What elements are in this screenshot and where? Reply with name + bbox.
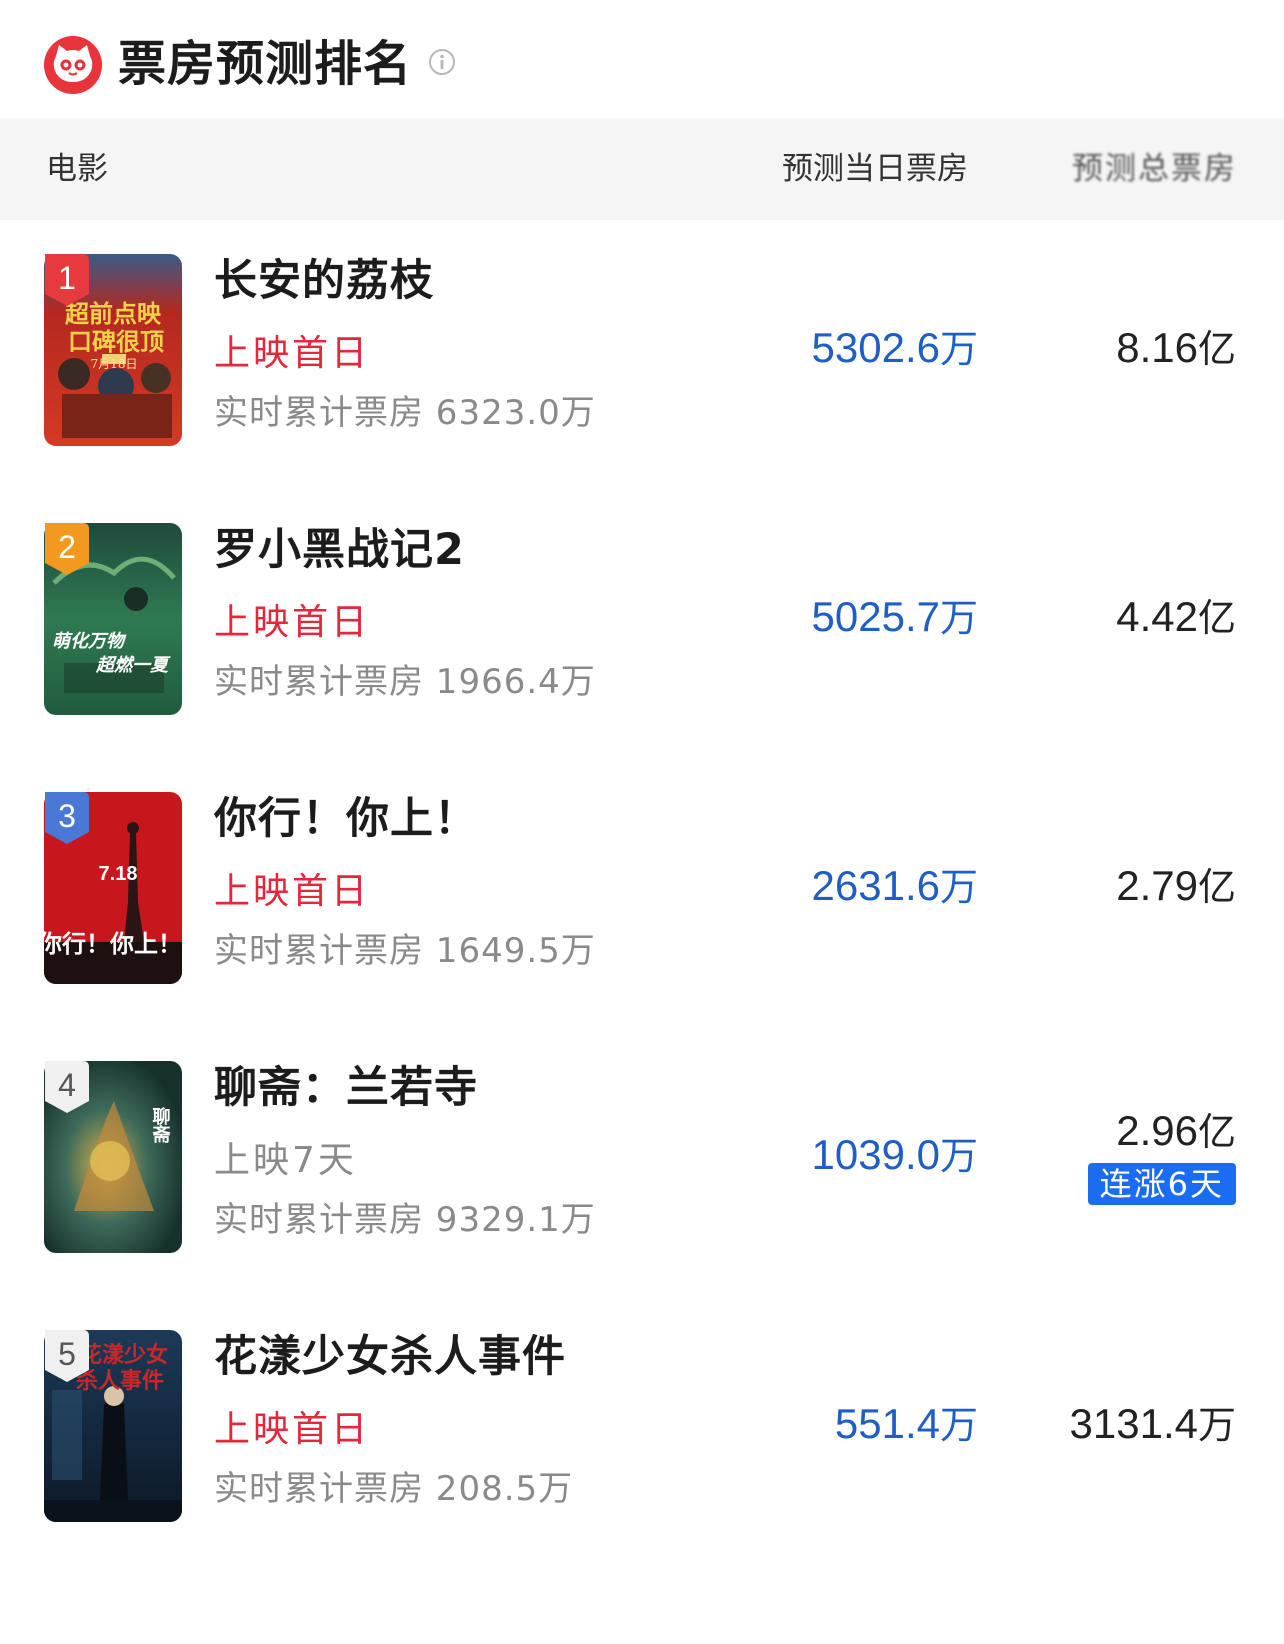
release-status: 上映首日 [214,333,371,374]
predicted-total-unit: 亿 [1197,327,1236,371]
predicted-total-box-office: 8.16亿 [1116,320,1236,377]
movie-title[interactable]: 花漾少女杀人事件 [214,1328,566,1386]
predicted-total-unit: 亿 [1197,596,1236,640]
poster-text: 超燃一夏 [95,655,171,676]
movie-title[interactable]: 聊斋：兰若寺 [214,1059,478,1117]
predicted-total-unit: 万 [1197,1403,1236,1447]
predicted-total-box-office: 3131.4万 [1070,1396,1236,1453]
predicted-day-value: 5025.7 [811,593,940,640]
predicted-total-value: 3131.4 [1069,1400,1198,1447]
release-status: 上映首日 [214,871,371,912]
movie-title[interactable]: 你行！你上！ [214,790,478,848]
page-title: 票房预测排名 [118,36,413,92]
table-header: 电影 预测当日票房 预测总票房 [0,118,1284,220]
predicted-total-box-office: 2.79亿 [1116,858,1236,915]
rank-number: 5 [58,1336,76,1372]
predicted-total-value: 2.79 [1116,862,1198,909]
cumulative-box-office: 实时累计票房 1649.5万 [214,931,596,971]
predicted-total-value: 2.96 [1116,1107,1198,1154]
poster-text: 7.18 [99,863,138,885]
poster-text: 杀人事件 [76,1368,164,1394]
predicted-day-value: 2631.6 [811,862,940,909]
predicted-day-unit: 万 [939,865,978,909]
poster-text: 口碑很顶 [68,327,164,356]
cumulative-box-office: 实时累计票房 9329.1万 [214,1200,596,1240]
predicted-day-value: 551.4 [834,1400,940,1447]
predicted-day-unit: 万 [939,1403,978,1447]
predicted-day-unit: 万 [939,1134,978,1178]
predicted-day-unit: 万 [939,596,978,640]
movie-title[interactable]: 长安的荔枝 [214,252,434,310]
release-status: 上映首日 [214,1409,371,1450]
poster-text: 萌化万物 [52,631,127,652]
predicted-total-value: 8.16 [1116,324,1198,371]
column-header-predicted-total[interactable]: 预测总票房 [1072,118,1237,220]
predicted-total-value: 4.42 [1116,593,1198,640]
predicted-day-box-office: 5302.6万 [812,320,978,377]
rank-badge: 3 [45,792,89,844]
page-header: 票房预测排名 [0,0,1284,118]
rank-badge: 4 [45,1061,89,1113]
cumulative-box-office: 实时累计票房 1966.4万 [214,662,596,702]
poster-text: 聊斋 [150,1106,172,1144]
poster-text: 你行！你上！ [44,930,182,958]
rank-number: 4 [58,1067,76,1103]
maoyan-cat-logo-icon [44,36,102,94]
rank-number: 3 [58,798,76,834]
column-header-movie: 电影 [46,151,108,187]
cumulative-box-office: 实时累计票房 6323.0万 [214,393,596,433]
movie-row[interactable]: 聊斋 4 聊斋：兰若寺 上映7天 实时累计票房 9329.1万 1039.0万 … [0,1015,1284,1297]
info-icon[interactable] [428,48,456,76]
predicted-total-unit: 亿 [1197,1110,1236,1154]
predicted-total-box-office: 2.96亿 [1116,1103,1236,1160]
predicted-day-value: 5302.6 [811,324,940,371]
predicted-total-box-office: 4.42亿 [1116,589,1236,646]
release-status: 上映首日 [214,602,371,643]
predicted-total-unit: 亿 [1197,865,1236,909]
rank-number: 1 [58,260,76,296]
predicted-day-box-office: 2631.6万 [812,858,978,915]
rank-number: 2 [58,529,76,565]
column-header-predicted-day[interactable]: 预测当日票房 [782,118,968,220]
predicted-day-box-office: 5025.7万 [812,589,978,646]
predicted-day-box-office: 1039.0万 [812,1127,978,1184]
poster-text: 花漾少女 [80,1342,168,1368]
rank-badge: 2 [45,523,89,575]
rank-badge: 1 [45,254,89,306]
movie-row[interactable]: 萌化万物 超燃一夏 2 罗小黑战记2 上映首日 实时累计票房 1966.4万 5… [0,477,1284,759]
predicted-day-box-office: 551.4万 [835,1396,978,1453]
rising-streak-badge: 连涨6天 [1087,1163,1236,1205]
cumulative-box-office: 实时累计票房 208.5万 [214,1469,574,1509]
release-status: 上映7天 [214,1140,357,1181]
predicted-day-unit: 万 [939,327,978,371]
rank-badge: 5 [45,1330,89,1382]
poster-text: 7月18日 [91,357,138,371]
predicted-day-value: 1039.0 [811,1131,940,1178]
movie-row[interactable]: 7.18 你行！你上！ 3 你行！你上！ 上映首日 实时累计票房 1649.5万… [0,746,1284,1028]
movie-row[interactable]: 花漾少女 杀人事件 5 花漾少女杀人事件 上映首日 实时累计票房 208.5万 … [0,1284,1284,1566]
movie-row[interactable]: 超前点映 口碑很顶 7月18日 1 长安的荔枝 上映首日 实时累计票房 6323… [0,208,1284,490]
movie-title[interactable]: 罗小黑战记2 [214,521,465,579]
